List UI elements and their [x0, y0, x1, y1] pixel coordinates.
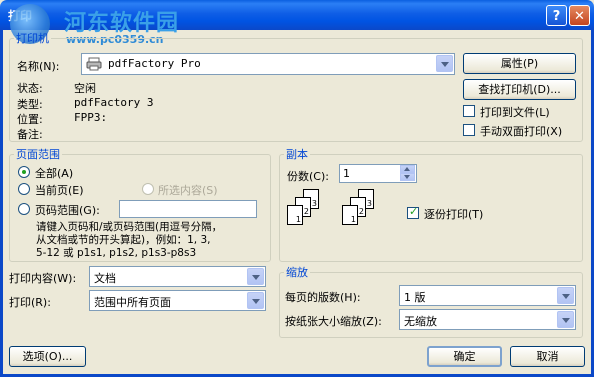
options-button[interactable]: 选项(O)... [9, 346, 86, 367]
hint-line-1: 请键入页码和/或页码范围(用逗号分隔， [36, 221, 223, 233]
chevron-down-icon[interactable] [247, 292, 264, 309]
print-value: 范围中所有页面 [94, 296, 171, 309]
copies-count-label: 份数(C): [287, 170, 329, 183]
printer-name-select[interactable]: pdfFactory Pro [81, 53, 455, 75]
where-value: FPP3: [74, 111, 108, 124]
scale-select[interactable]: 无缩放 [399, 309, 576, 330]
type-value: pdfFactory 3 [74, 96, 154, 109]
close-button[interactable]: ✕ [569, 5, 590, 26]
stack-b-page-1: 1 [350, 215, 356, 224]
scale-label: 按纸张大小缩放(Z): [285, 315, 382, 328]
zoom-group-label: 缩放 [286, 266, 308, 279]
collate-checkbox[interactable] [407, 205, 419, 219]
find-printer-button[interactable]: 查找打印机(D)... [463, 79, 576, 100]
print-what-select[interactable]: 文档 [89, 266, 266, 287]
copies-spinner[interactable] [400, 165, 415, 182]
status-label: 状态: [17, 82, 43, 95]
scale-value: 无缩放 [404, 315, 437, 328]
hint-line-3: 5-12 或 p1s1, p1s2, p1s3-p8s3 [36, 247, 197, 259]
pages-per-sheet-label: 每页的版数(H): [285, 291, 361, 304]
chevron-down-icon[interactable] [247, 268, 264, 285]
help-button[interactable]: ? [546, 5, 567, 26]
type-label: 类型: [17, 98, 43, 111]
pages-per-sheet-select[interactable]: 1 版 [399, 285, 576, 306]
manual-duplex-checkbox[interactable] [463, 124, 475, 136]
current-page-label[interactable]: 当前页(E) [35, 182, 84, 198]
collate-label[interactable]: 逐份打印(T) [424, 206, 483, 222]
collate-stack-a-icon: 3 2 1 [287, 187, 327, 237]
spin-down-icon[interactable] [400, 173, 415, 181]
stack-a-page-2: 2 [303, 207, 309, 216]
print-to-file-checkbox[interactable] [463, 105, 475, 117]
chevron-down-icon[interactable] [557, 311, 574, 328]
selection-radio [142, 183, 154, 195]
status-value: 空闲 [74, 82, 96, 95]
copies-group-label: 副本 [286, 148, 308, 161]
printer-icon [86, 57, 102, 71]
spin-up-icon[interactable] [400, 165, 415, 173]
pages-per-sheet-value: 1 版 [404, 291, 426, 304]
copies-count-value: 1 [343, 167, 350, 180]
stack-b-page-3: 3 [366, 199, 372, 208]
stack-a-page-3: 3 [311, 199, 317, 208]
chevron-down-icon[interactable] [557, 287, 574, 304]
ok-button[interactable]: 确定 [427, 346, 502, 367]
page-range-radio[interactable] [18, 203, 30, 215]
page-range-label[interactable]: 页码范围(G): [35, 202, 100, 218]
cancel-button[interactable]: 取消 [510, 346, 585, 367]
manual-duplex-label[interactable]: 手动双面打印(X) [480, 123, 562, 139]
all-pages-radio[interactable] [18, 166, 30, 178]
print-select[interactable]: 范围中所有页面 [89, 290, 266, 311]
print-label: 打印(R): [9, 296, 51, 309]
collate-stack-b-icon: 3 2 1 [342, 187, 382, 237]
printer-name-value: pdfFactory Pro [108, 57, 201, 70]
chevron-down-icon[interactable] [436, 55, 453, 72]
print-what-label: 打印内容(W): [9, 272, 77, 285]
printer-name-label: 名称(N): [17, 60, 60, 73]
selection-label: 所选内容(S) [158, 184, 218, 197]
print-to-file-label[interactable]: 打印到文件(L) [480, 104, 550, 120]
printer-group-label: 打印机 [16, 32, 49, 45]
stack-b-page-2: 2 [358, 207, 364, 216]
page-range-group-label: 页面范围 [16, 148, 60, 161]
where-label: 位置: [17, 113, 43, 126]
comment-label: 备注: [17, 128, 43, 141]
all-pages-label[interactable]: 全部(A) [35, 165, 73, 181]
hint-line-2: 从文档或节的开头算起)，例如：1, 3, [36, 234, 211, 246]
stack-a-page-1: 1 [295, 215, 301, 224]
current-page-radio[interactable] [18, 183, 30, 195]
page-range-input[interactable] [119, 200, 257, 218]
print-what-value: 文档 [94, 272, 116, 285]
page-range-hint: 请键入页码和/或页码范围(用逗号分隔， 从文档或节的开头算起)，例如：1, 3,… [36, 221, 222, 260]
properties-button[interactable]: 属性(P) [463, 53, 576, 74]
copies-count-input[interactable]: 1 [339, 164, 417, 183]
